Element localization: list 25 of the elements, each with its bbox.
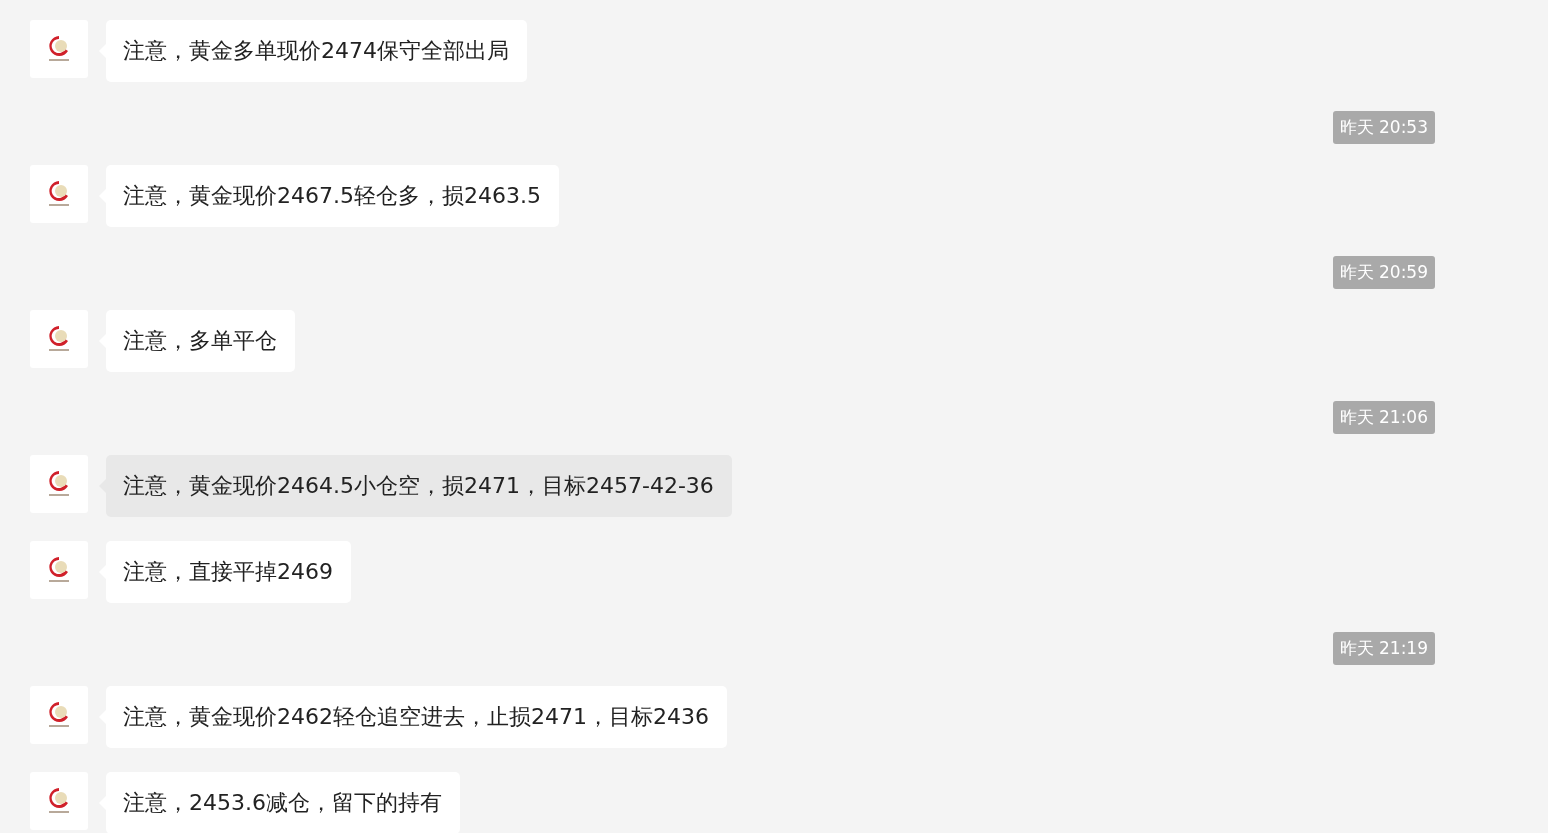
- avatar[interactable]: [30, 541, 88, 599]
- message-bubble: 注意，多单平仓: [106, 310, 295, 372]
- logo-icon: [46, 179, 72, 209]
- message-bubble: 注意，黄金现价2467.5轻仓多，损2463.5: [106, 165, 559, 227]
- avatar[interactable]: [30, 455, 88, 513]
- timestamp: 昨天 21:06: [1332, 401, 1435, 434]
- logo-icon: [46, 555, 72, 585]
- logo-icon: [46, 324, 72, 354]
- message-bubble: 注意，黄金现价2462轻仓追空进去，止损2471，目标2436: [106, 686, 727, 748]
- message-bubble: 注意，黄金现价2464.5小仓空，损2471，目标2457-42-36: [106, 455, 732, 517]
- timestamp: 昨天 20:59: [1332, 256, 1435, 289]
- logo-icon: [46, 786, 72, 816]
- logo-icon: [46, 700, 72, 730]
- message-bubble: 注意，直接平掉2469: [106, 541, 351, 603]
- avatar[interactable]: [30, 310, 88, 368]
- logo-icon: [46, 469, 72, 499]
- avatar[interactable]: [30, 165, 88, 223]
- avatar[interactable]: [30, 686, 88, 744]
- avatar[interactable]: [30, 20, 88, 78]
- timestamp: 昨天 20:53: [1332, 111, 1435, 144]
- message-bubble: 注意，2453.6减仓，留下的持有: [106, 772, 460, 833]
- logo-icon: [46, 34, 72, 64]
- timestamp: 昨天 21:19: [1332, 632, 1435, 665]
- message-bubble: 注意，黄金多单现价2474保守全部出局: [106, 20, 527, 82]
- avatar[interactable]: [30, 772, 88, 830]
